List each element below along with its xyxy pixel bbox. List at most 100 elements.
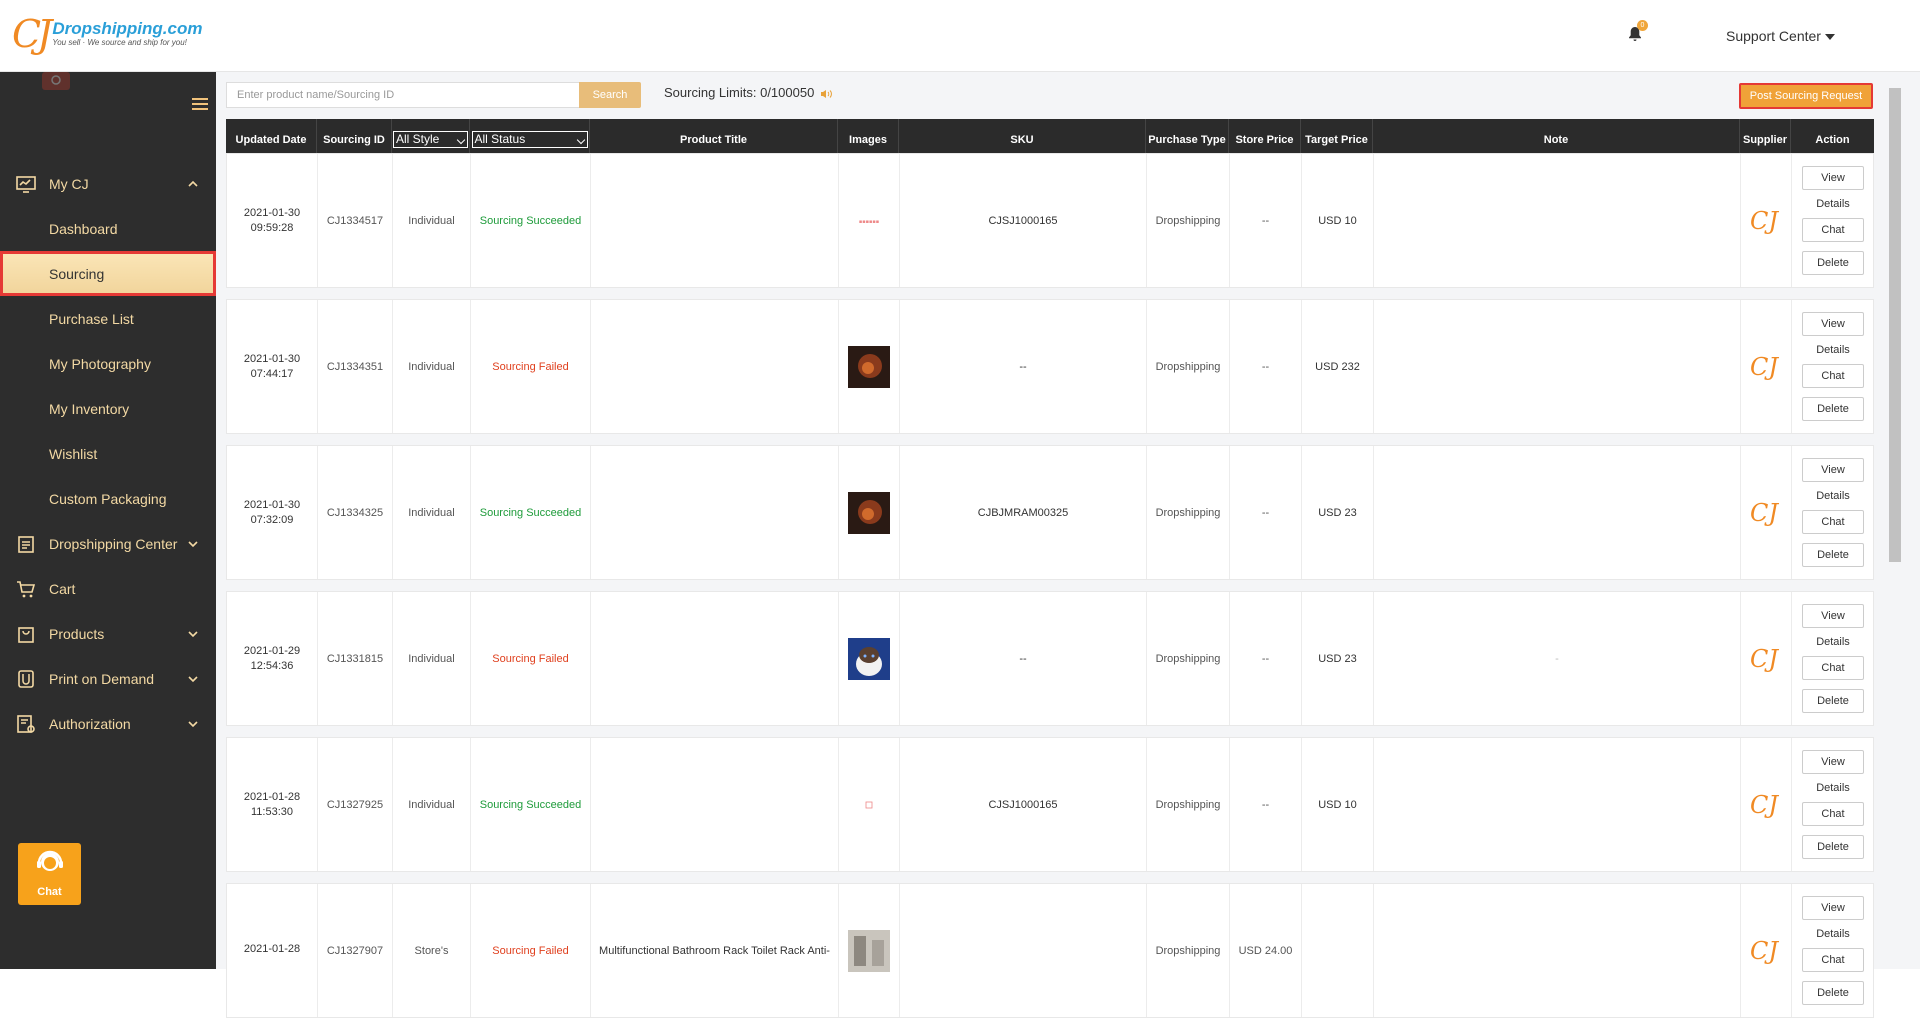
- details-link[interactable]: Details: [1802, 344, 1864, 356]
- sidebar-subitem-custom-packaging[interactable]: Custom Packaging: [0, 476, 216, 521]
- details-link[interactable]: Details: [1802, 782, 1864, 794]
- target-price: USD 23: [1318, 652, 1357, 665]
- product-thumbnail[interactable]: [848, 491, 890, 534]
- svg-text:CJ: CJ: [1750, 207, 1779, 235]
- shopping-bag-icon: [18, 626, 34, 643]
- speaker-icon[interactable]: [820, 89, 832, 99]
- product-thumbnail[interactable]: [848, 637, 890, 680]
- view-button[interactable]: View: [1802, 604, 1864, 628]
- notification-badge: 0: [1637, 20, 1648, 31]
- top-bar: CJ Dropshipping.com You sell · We source…: [0, 0, 1920, 72]
- brand-name: Dropshipping.com: [52, 19, 203, 38]
- table-row: 2021-01-29 12:54:36 CJ1331815 Individual Sou…: [226, 591, 1874, 726]
- sidebar-subitem-wishlist[interactable]: Wishlist: [0, 431, 216, 476]
- sidebar-item-products[interactable]: Products: [0, 611, 216, 656]
- details-link[interactable]: Details: [1802, 636, 1864, 648]
- chat-button[interactable]: Chat: [1802, 802, 1864, 826]
- chevron-down-icon: [188, 675, 198, 682]
- purchase-type: Dropshipping: [1155, 506, 1221, 519]
- delete-button[interactable]: Delete: [1802, 981, 1864, 1005]
- cell-status: Sourcing Succeeded: [471, 154, 591, 287]
- view-button[interactable]: View: [1802, 750, 1864, 774]
- cj-supplier-logo-icon: CJ: [1750, 937, 1779, 965]
- view-button[interactable]: View: [1802, 896, 1864, 920]
- cell-sourcing-id: CJ1327907: [318, 884, 393, 1017]
- details-link[interactable]: Details: [1802, 928, 1864, 940]
- cell-updated-date: 2021-01-29 12:54:36: [227, 592, 318, 725]
- sidebar-item-dropshipping-center[interactable]: Dropshipping Center: [0, 521, 216, 566]
- delete-button[interactable]: Delete: [1802, 251, 1864, 275]
- cell-sourcing-id: CJ1327925: [318, 738, 393, 871]
- cell-action: View Details Chat Delete: [1792, 300, 1875, 433]
- product-thumbnail[interactable]: [848, 929, 890, 972]
- status-filter-select[interactable]: All Status: [471, 131, 588, 148]
- updated-time: 07:44:17: [250, 368, 294, 380]
- cell-supplier: CJ: [1741, 884, 1792, 1017]
- scrollbar-thumb[interactable]: [1889, 88, 1901, 562]
- sidebar-item-my-cj[interactable]: My CJ: [0, 161, 216, 206]
- delete-button[interactable]: Delete: [1802, 397, 1864, 421]
- support-center-menu[interactable]: Support Center: [1726, 28, 1835, 44]
- view-button[interactable]: View: [1802, 458, 1864, 482]
- faded-search-icon: [40, 72, 72, 92]
- delete-button[interactable]: Delete: [1802, 835, 1864, 859]
- sidebar-item-print-on-demand[interactable]: Print on Demand: [0, 656, 216, 701]
- updated-time: 11:53:30: [250, 806, 293, 818]
- search-input[interactable]: Enter product name/Sourcing ID: [226, 82, 580, 108]
- cell-status: Sourcing Succeeded: [471, 446, 591, 579]
- details-link[interactable]: Details: [1802, 198, 1864, 210]
- sidebar-subitem-my-inventory[interactable]: My Inventory: [0, 386, 216, 431]
- product-thumbnail[interactable]: [848, 345, 890, 388]
- cell-supplier: CJ: [1741, 154, 1792, 287]
- sourcing-style: Individual: [408, 506, 455, 519]
- cell-purchase-type: Dropshipping: [1147, 738, 1230, 871]
- svg-text:CJ: CJ: [1750, 499, 1779, 527]
- sourcing-status: Sourcing Succeeded: [479, 798, 582, 811]
- cell-note: [1374, 738, 1741, 871]
- delete-button[interactable]: Delete: [1802, 689, 1864, 713]
- sidebar-item-label: Cart: [49, 580, 76, 597]
- sidebar-item-cart[interactable]: Cart: [0, 566, 216, 611]
- sidebar-subitem-purchase-list[interactable]: Purchase List: [0, 296, 216, 341]
- collapse-menu-icon[interactable]: [192, 98, 208, 112]
- chat-button[interactable]: Chat: [1802, 218, 1864, 242]
- chat-button[interactable]: Chat: [1802, 510, 1864, 534]
- live-chat-button[interactable]: Chat: [18, 843, 81, 905]
- cell-updated-date: 2021-01-30 07:44:17: [227, 300, 318, 433]
- chat-button[interactable]: Chat: [1802, 364, 1864, 388]
- cell-supplier: CJ: [1741, 300, 1792, 433]
- sidebar-subitem-dashboard[interactable]: Dashboard: [0, 206, 216, 251]
- sourcing-id: CJ1334517: [326, 214, 384, 227]
- target-price: USD 232: [1315, 360, 1360, 373]
- view-button[interactable]: View: [1802, 166, 1864, 190]
- cell-store-price: --: [1230, 592, 1302, 725]
- svg-text:CJ: CJ: [1750, 645, 1779, 673]
- cell-purchase-type: Dropshipping: [1147, 300, 1230, 433]
- sourcing-limits-text: Sourcing Limits: 0/100050: [664, 85, 815, 100]
- delete-button[interactable]: Delete: [1802, 543, 1864, 567]
- main-content: Enter product name/Sourcing ID Search So…: [216, 72, 1890, 1018]
- post-sourcing-request-button[interactable]: Post Sourcing Request: [1739, 83, 1873, 109]
- cj-logo[interactable]: CJ Dropshipping.com You sell · We source…: [12, 15, 203, 53]
- cell-sku: --: [900, 592, 1147, 725]
- target-price: USD 23: [1318, 506, 1357, 519]
- chat-button[interactable]: Chat: [1802, 656, 1864, 680]
- cell-product-title: [591, 592, 839, 725]
- product-thumbnail[interactable]: [848, 784, 890, 826]
- search-button[interactable]: Search: [579, 82, 641, 108]
- cell-status: Sourcing Failed: [471, 592, 591, 725]
- view-button[interactable]: View: [1802, 312, 1864, 336]
- chat-button[interactable]: Chat: [1802, 948, 1864, 972]
- sidebar-subitem-sourcing[interactable]: Sourcing: [0, 251, 216, 296]
- cell-style: Individual: [393, 592, 471, 725]
- dashboard-monitor-icon: [16, 175, 36, 193]
- store-price: --: [1261, 360, 1270, 373]
- sidebar-subitem-my-photography[interactable]: My Photography: [0, 341, 216, 386]
- notification-bell-icon[interactable]: 0: [1628, 20, 1648, 44]
- details-link[interactable]: Details: [1802, 490, 1864, 502]
- cell-target-price: USD 232: [1302, 300, 1374, 433]
- sidebar-item-authorization[interactable]: Authorization: [0, 701, 216, 746]
- product-thumbnail[interactable]: ▪▪▪▪▪▪: [848, 200, 890, 242]
- style-filter-select[interactable]: All Style: [393, 131, 468, 148]
- sourcing-status: Sourcing Failed: [492, 360, 569, 373]
